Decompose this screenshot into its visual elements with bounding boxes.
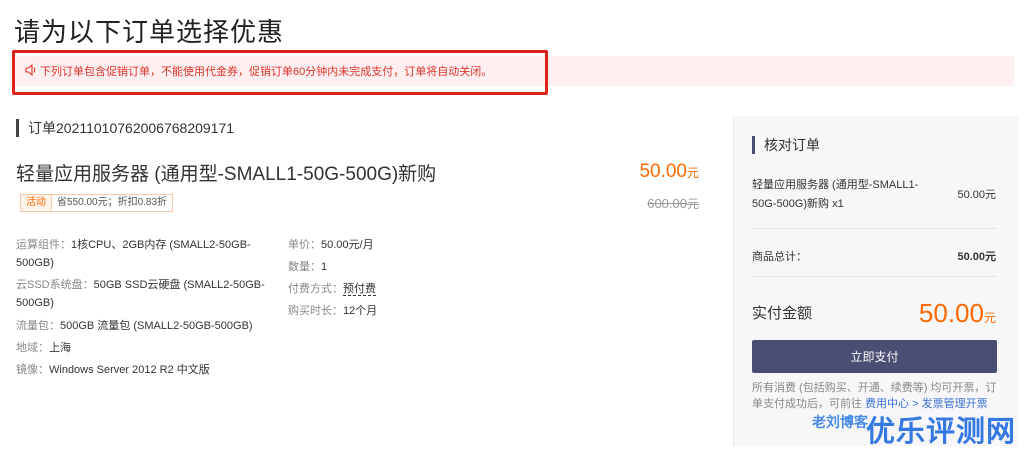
pay-now-button[interactable]: 立即支付 [752,340,997,373]
spec-traffic: 流量包：500GB 流量包 (SMALL2-50GB-500GB) [16,317,296,335]
summary-total-value: 50.00元 [957,251,996,263]
spec-key: 地域： [16,342,49,354]
spec-value: Windows Server 2012 R2 中文版 [49,364,210,376]
speaker-icon [25,63,36,77]
spec-value: 50.00元/月 [321,239,374,251]
product-price: 50.00元 [639,161,699,183]
spec-key: 镜像： [16,364,49,376]
product-name: 轻量应用服务器 (通用型-SMALL1-50G-500G)新购 [16,164,437,185]
watermark-blog: 老刘博客 [812,414,868,430]
spec-unit-price: 单价：50.00元/月 [288,236,374,254]
promo-tag: 活动 [21,195,52,211]
spec-image: 镜像：Windows Server 2012 R2 中文版 [16,361,286,379]
spec-payment-type: 付费方式：预付费 [288,280,376,298]
pay-amount-label: 实付金额 [752,305,813,322]
spec-value: 1 [321,261,328,273]
spec-region: 地域：上海 [16,339,286,357]
spec-value: 12个月 [343,305,378,317]
spec-system-disk: 云SSD系统盘：50GB SSD云硬盘 (SMALL2-50GB-500GB) [16,276,286,312]
spec-quantity: 数量：1 [288,258,327,276]
original-price-unit: 元 [686,197,699,211]
spec-key: 数量： [288,261,321,273]
payment-type-link[interactable]: 预付费 [343,283,376,296]
summary-divider [752,228,997,229]
spec-key: 单价： [288,239,321,251]
spec-key: 付费方式： [288,283,343,295]
order-summary-panel: 核对订单 轻量应用服务器 (通用型-SMALL1-50G-500G)新购 x1 … [733,116,1018,446]
spec-duration: 购买时长：12个月 [288,302,377,320]
page-title: 请为以下订单选择优惠 [14,17,285,47]
summary-title: 核对订单 [752,136,820,154]
summary-total-label: 商品总计： [752,251,807,263]
spec-compute: 运算组件：1核CPU、2GB内存 (SMALL2-50GB-500GB) [16,236,286,272]
original-price: 600.00元 [647,195,699,212]
summary-divider [752,276,997,277]
spec-key: 运算组件： [16,239,71,251]
pay-amount-value: 50.00元 [919,298,996,329]
price-value: 50.00 [639,161,687,182]
notice-text: 下列订单包含促销订单，不能使用代金券，促销订单60分钟内未完成支付，订单将自动关… [40,66,493,78]
order-number-heading: 订单20211010762006768209171 [16,119,234,137]
pay-amount-unit: 元 [983,311,996,325]
summary-item-name: 轻量应用服务器 (通用型-SMALL1-50G-500G)新购 x1 [752,179,919,210]
price-unit: 元 [686,166,699,180]
spec-value: 上海 [49,342,71,354]
spec-key: 流量包： [16,320,60,332]
spec-value: 500GB 流量包 (SMALL2-50GB-500GB) [60,320,253,332]
original-price-value: 600.00 [647,196,687,211]
summary-item-price: 50.00元 [957,189,996,201]
promo-text: 省550.00元；折扣0.83折 [57,197,168,208]
spec-key: 云SSD系统盘： [16,279,94,291]
spec-key: 购买时长： [288,305,343,317]
watermark-site: 优乐评测网 [866,416,1017,448]
promo-badge: 活动 省550.00元；折扣0.83折 [20,194,174,212]
pay-amount-number: 50.00 [918,298,984,328]
